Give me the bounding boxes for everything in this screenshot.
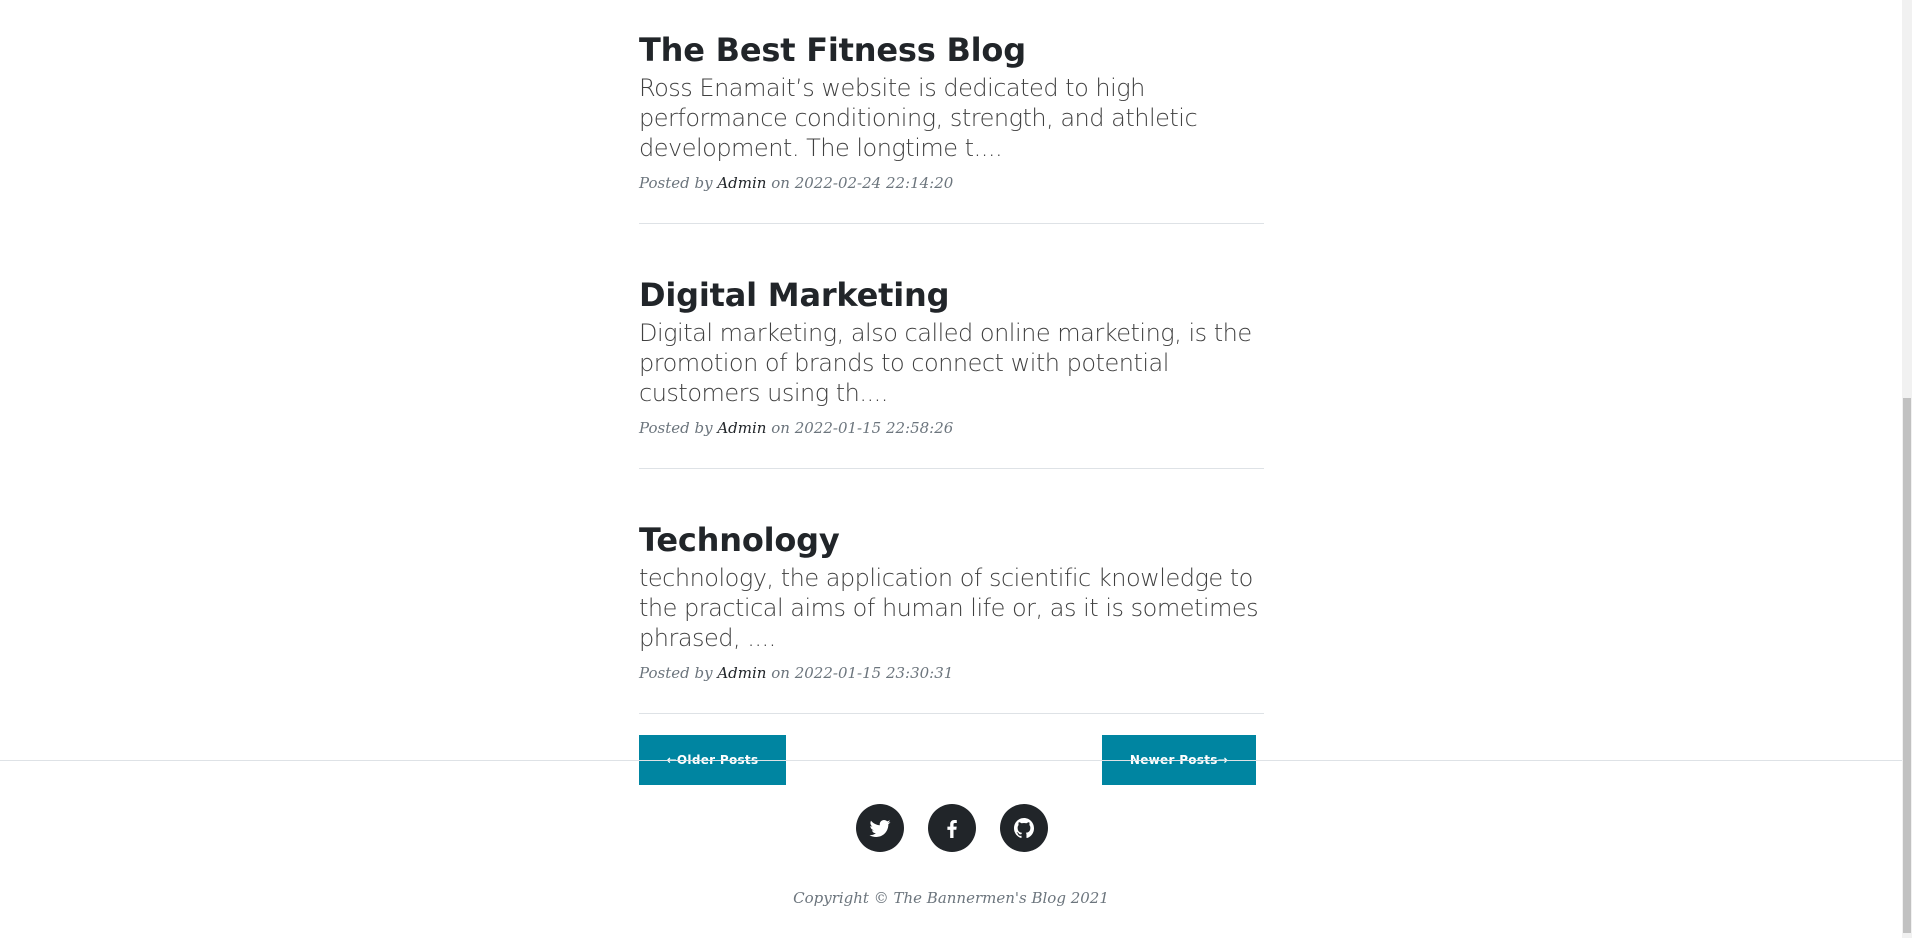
post-date: 2022-01-15 23:30:31 [794,664,954,682]
post-title[interactable]: Technology [639,490,1264,563]
post-meta-prefix: Posted by [639,419,718,437]
post-list: The Best Fitness Blog Ross Enamait’s web… [639,0,1264,785]
footer-divider [0,760,1902,761]
post-excerpt[interactable]: Digital marketing, also called online ma… [639,318,1264,408]
post-meta-on: on [766,419,795,437]
post-meta-prefix: Posted by [639,174,718,192]
scrollbar-track[interactable] [1902,0,1912,938]
post-excerpt[interactable]: Ross Enamait’s website is dedicated to h… [639,73,1264,163]
post-preview: Technology technology, the application o… [639,490,1264,714]
post-meta: Posted by Admin on 2022-02-24 22:14:20 [639,173,1264,193]
post-meta-on: on [766,664,795,682]
post-meta-prefix: Posted by [639,664,718,682]
post-preview: Digital Marketing Digital marketing, als… [639,245,1264,469]
facebook-link[interactable] [928,804,976,852]
post-author-link[interactable]: Admin [717,664,766,682]
post-author-link[interactable]: Admin [717,174,766,192]
post-preview: The Best Fitness Blog Ross Enamait’s web… [639,0,1264,224]
post-date: 2022-01-15 22:58:26 [794,419,954,437]
twitter-icon [869,820,891,837]
copyright-text: Copyright © The Bannermen's Blog 2021 [793,889,1109,907]
facebook-icon [947,820,957,838]
social-links [856,804,1048,852]
post-meta: Posted by Admin on 2022-01-15 23:30:31 [639,663,1264,683]
post-excerpt[interactable]: technology, the application of scientifi… [639,563,1264,653]
scrollbar-thumb[interactable] [1903,398,1911,933]
post-meta-on: on [766,174,795,192]
github-icon [1014,818,1035,838]
post-date: 2022-02-24 22:14:20 [794,174,954,192]
post-author-link[interactable]: Admin [717,419,766,437]
post-title[interactable]: The Best Fitness Blog [639,0,1264,73]
post-title[interactable]: Digital Marketing [639,245,1264,318]
post-meta: Posted by Admin on 2022-01-15 22:58:26 [639,418,1264,438]
twitter-link[interactable] [856,804,904,852]
github-link[interactable] [1000,804,1048,852]
